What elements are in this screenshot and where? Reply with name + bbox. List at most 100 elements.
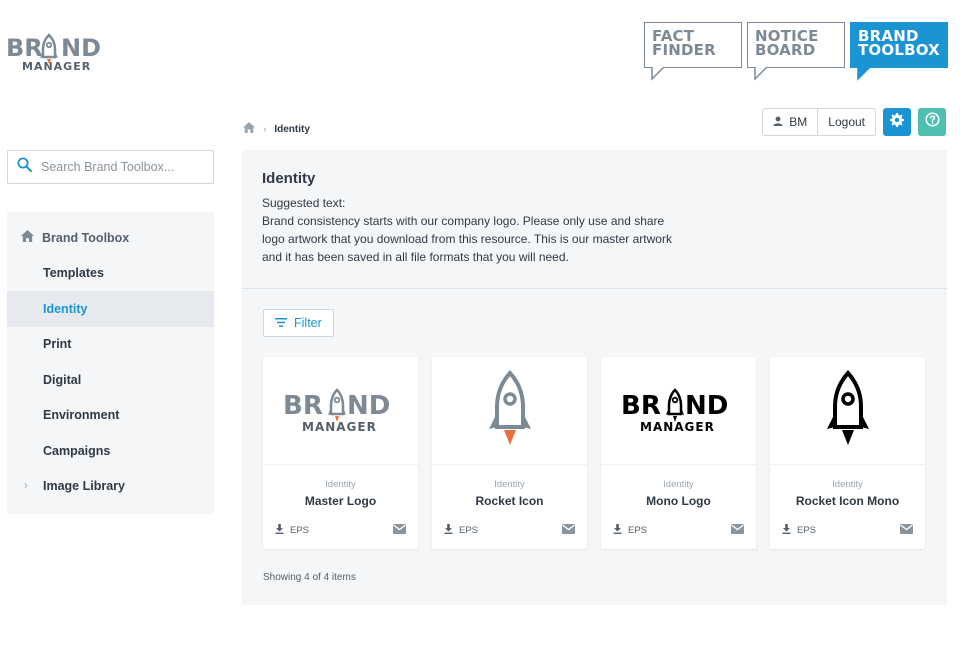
nav-label-line2: TOOLBOX	[858, 41, 940, 59]
sidebar-item-image-library[interactable]: › Image Library	[7, 469, 214, 505]
home-icon[interactable]	[243, 122, 255, 136]
download-button[interactable]: EPS	[275, 523, 310, 537]
download-button[interactable]: EPS	[444, 523, 479, 537]
envelope-icon	[562, 521, 575, 539]
asset-title: Rocket Icon Mono	[795, 494, 900, 508]
brand-logo-mono-image: BR ND MANAGER	[621, 387, 728, 434]
logout-button[interactable]: Logout	[817, 109, 875, 135]
sidebar-item-campaigns[interactable]: Campaigns	[7, 433, 214, 469]
intro-section: Identity Suggested text: Brand consisten…	[242, 150, 947, 289]
chevron-right-icon: ›	[263, 123, 267, 135]
filter-icon	[275, 316, 287, 330]
email-button[interactable]	[731, 521, 744, 539]
user-button-group: BM Logout	[762, 108, 876, 136]
asset-category: Identity	[832, 479, 863, 490]
email-button[interactable]	[393, 521, 406, 539]
user-icon	[773, 115, 783, 129]
email-button[interactable]	[562, 521, 575, 539]
gear-icon	[890, 112, 904, 132]
download-icon	[782, 523, 791, 537]
brand-manager-logo[interactable]: BR ND MANAGER	[6, 30, 110, 74]
download-format: EPS	[797, 524, 817, 536]
help-button[interactable]	[918, 108, 946, 136]
sidebar-item-brand-toolbox[interactable]: Brand Toolbox	[7, 220, 214, 256]
sidebar-item-label: Image Library	[43, 479, 125, 494]
svg-text:MANAGER: MANAGER	[302, 420, 377, 434]
envelope-icon	[731, 521, 744, 539]
asset-category: Identity	[663, 479, 694, 490]
filter-button[interactable]: Filter	[263, 309, 334, 337]
main-panel: Identity Suggested text: Brand consisten…	[242, 150, 947, 605]
svg-text:MANAGER: MANAGER	[640, 420, 715, 434]
svg-text:BR: BR	[621, 391, 661, 421]
download-icon	[275, 523, 284, 537]
svg-text:ND: ND	[685, 391, 728, 421]
download-icon	[444, 523, 453, 537]
nav-fact-finder[interactable]: FACT FINDER	[644, 22, 742, 81]
download-format: EPS	[290, 524, 310, 536]
search-input[interactable]	[41, 160, 201, 174]
envelope-icon	[393, 521, 406, 539]
asset-card-footer: EPS	[782, 521, 913, 539]
asset-thumbnail	[770, 357, 925, 465]
question-circle-icon	[924, 112, 940, 132]
email-button[interactable]	[900, 521, 913, 539]
nav-brand-toolbox[interactable]: BRAND TOOLBOX	[850, 22, 948, 81]
sidebar-item-digital[interactable]: Digital	[7, 362, 214, 398]
user-initials: BM	[789, 115, 808, 129]
svg-text:ND: ND	[347, 391, 390, 421]
chevron-right-icon[interactable]: ›	[24, 480, 28, 492]
asset-card-master-logo[interactable]: BR ND MANAGER Identity Master Logo EPS	[263, 357, 418, 549]
sidebar-item-identity[interactable]: Identity	[7, 291, 214, 327]
asset-title: Rocket Icon	[475, 494, 544, 508]
sidebar-item-print[interactable]: Print	[7, 327, 214, 363]
page-title: Identity	[262, 170, 316, 187]
asset-grid: BR ND MANAGER Identity Master Logo EPS I…	[263, 357, 925, 549]
asset-thumbnail: BR ND MANAGER	[601, 357, 756, 465]
download-button[interactable]: EPS	[613, 523, 648, 537]
asset-title: Mono Logo	[646, 494, 711, 508]
asset-card-rocket-icon[interactable]: Identity Rocket Icon EPS	[432, 357, 587, 549]
asset-category: Identity	[325, 479, 356, 490]
nav-notice-board[interactable]: NOTICE BOARD	[747, 22, 845, 81]
rocket-icon-color-image	[488, 369, 531, 445]
intro-body: Brand consistency starts with our compan…	[262, 214, 672, 264]
logo-text-manager: MANAGER	[22, 60, 91, 73]
breadcrumb-current: Identity	[274, 123, 310, 135]
envelope-icon	[900, 521, 913, 539]
sidebar: Brand Toolbox Templates Identity Print D…	[7, 212, 214, 514]
svg-text:ND: ND	[61, 34, 101, 62]
asset-thumbnail: BR ND MANAGER	[263, 357, 418, 465]
top-navigation: FACT FINDER NOTICE BOARD BRAND TOOLBOX	[644, 22, 948, 81]
asset-category: Identity	[494, 479, 525, 490]
settings-button[interactable]	[883, 108, 911, 136]
home-icon	[21, 230, 34, 245]
intro-subtitle: Suggested text:	[262, 196, 346, 210]
download-button[interactable]: EPS	[782, 523, 817, 537]
sidebar-item-templates[interactable]: Templates	[7, 256, 214, 292]
asset-title: Master Logo	[304, 494, 377, 508]
svg-text:BR: BR	[283, 391, 323, 421]
asset-card-mono-logo[interactable]: BR ND MANAGER Identity Mono Logo EPS	[601, 357, 756, 549]
sidebar-item-environment[interactable]: Environment	[7, 398, 214, 434]
header-actions: BM Logout	[762, 108, 946, 136]
download-icon	[613, 523, 622, 537]
asset-card-footer: EPS	[613, 521, 744, 539]
asset-thumbnail	[432, 357, 587, 465]
nav-label-line2: BOARD	[755, 41, 816, 59]
asset-card-footer: EPS	[275, 521, 406, 539]
nav-label-line2: FINDER	[652, 41, 716, 59]
rocket-icon-mono-image	[826, 369, 869, 445]
user-button[interactable]: BM	[763, 109, 817, 135]
asset-card-rocket-icon-mono[interactable]: Identity Rocket Icon Mono EPS	[770, 357, 925, 549]
search-icon	[17, 157, 32, 177]
search-box	[7, 150, 214, 184]
sidebar-item-label: Brand Toolbox	[42, 230, 130, 245]
breadcrumb: › Identity	[243, 122, 310, 136]
asset-card-footer: EPS	[444, 521, 575, 539]
download-format: EPS	[628, 524, 648, 536]
filter-label: Filter	[294, 316, 322, 330]
download-format: EPS	[459, 524, 479, 536]
logo-text-brand: BR	[6, 34, 43, 62]
brand-logo-color-image: BR ND MANAGER	[283, 387, 390, 434]
